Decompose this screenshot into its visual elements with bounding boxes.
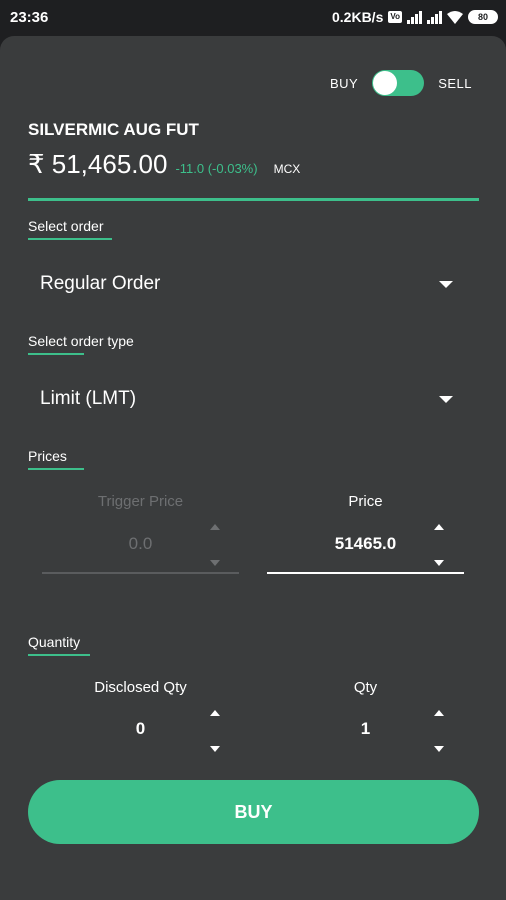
select-order-label-text: Select order	[28, 218, 104, 234]
qty-increment-icon[interactable]	[434, 710, 444, 716]
price-underline	[267, 572, 464, 574]
order-sheet: BUY SELL SILVERMIC AUG FUT ₹ 51,465.00 -…	[0, 36, 506, 900]
order-type-dropdown[interactable]: Limit (LMT)	[28, 374, 479, 424]
price-decrement-icon[interactable]	[434, 560, 444, 566]
signal-icon-2	[427, 10, 442, 24]
disclosed-qty-title: Disclosed Qty	[94, 679, 187, 696]
price-increment-icon[interactable]	[434, 524, 444, 530]
price-change: -11.0 (-0.03%)	[175, 161, 258, 176]
toggle-knob[interactable]	[373, 71, 398, 95]
qty-input[interactable]: 1	[267, 719, 464, 739]
section-underline	[28, 238, 112, 240]
trigger-price-decrement-icon	[210, 560, 220, 566]
signal-icon	[407, 10, 422, 24]
buy-label: BUY	[329, 75, 359, 91]
network-speed: 0.2KB/s	[332, 9, 384, 25]
trigger-price-increment-icon	[210, 524, 220, 530]
chevron-down-icon[interactable]	[439, 281, 453, 288]
order-dropdown-value: Regular Order	[40, 273, 161, 294]
section-underline	[28, 468, 84, 470]
select-order-type-label: Select order type	[28, 333, 134, 355]
quantity-label-text: Quantity	[28, 634, 81, 650]
disclosed-qty-increment-icon[interactable]	[210, 710, 220, 716]
prices-label-text: Prices	[28, 448, 67, 464]
quantity-label: Quantity	[28, 634, 90, 656]
sell-label: SELL	[438, 75, 472, 91]
buy-sell-toggle-row: BUY SELL	[330, 70, 472, 96]
status-time: 23:36	[10, 9, 49, 26]
status-icons: 0.2KB/s Vo 80	[332, 9, 498, 25]
disclosed-qty-decrement-icon[interactable]	[210, 746, 220, 752]
section-underline	[28, 654, 90, 656]
price-title: Price	[348, 493, 383, 510]
trigger-price-input: 0.0	[128, 534, 153, 553]
status-bar: 23:36 0.2KB/s Vo 80	[0, 0, 506, 36]
trigger-price-title: Trigger Price	[97, 493, 184, 510]
order-type-dropdown-value: Limit (LMT)	[40, 388, 137, 409]
header-divider	[28, 198, 479, 201]
buy-sell-toggle[interactable]	[372, 70, 425, 96]
select-order-label: Select order	[28, 218, 112, 240]
chevron-down-icon[interactable]	[439, 396, 453, 403]
qty-title: Qty	[353, 679, 378, 696]
exchange-label: MCX	[273, 162, 301, 176]
order-dropdown[interactable]: Regular Order	[28, 259, 479, 309]
price-row: ₹ 51,465.00 -11.0 (-0.03%) MCX	[28, 149, 300, 180]
buy-button[interactable]: BUY	[28, 780, 479, 844]
section-underline	[28, 353, 84, 355]
volte-icon: Vo	[388, 11, 402, 23]
disclosed-qty-input[interactable]: 0	[42, 719, 239, 739]
qty-decrement-icon[interactable]	[434, 746, 444, 752]
last-traded-price: ₹ 51,465.00	[28, 149, 168, 179]
instrument-name: SILVERMIC AUG FUT	[28, 120, 199, 139]
battery-icon: 80	[468, 10, 498, 24]
trigger-price-underline	[42, 572, 239, 574]
price-input[interactable]: 51465.0	[267, 534, 464, 554]
select-order-type-label-text: Select order type	[28, 333, 134, 349]
wifi-icon	[447, 10, 463, 24]
prices-label: Prices	[28, 448, 84, 470]
